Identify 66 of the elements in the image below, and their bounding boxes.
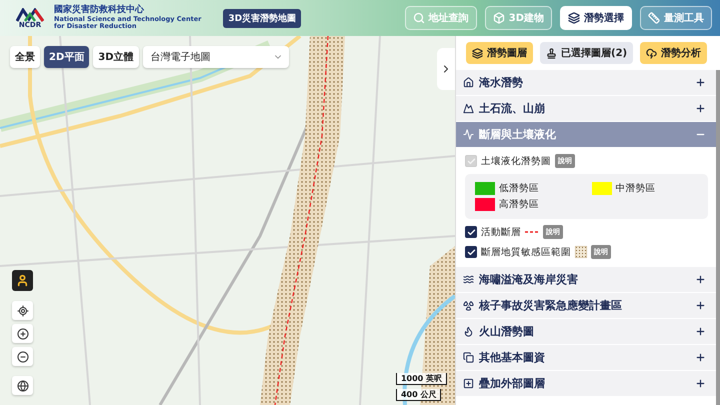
dotted-swatch-icon	[575, 246, 587, 258]
scale-bar: 400 公尺	[396, 389, 442, 401]
globe-icon	[16, 380, 28, 392]
layers-icon	[472, 48, 483, 58]
org-name: 國家災害防救科技中心	[54, 6, 145, 16]
layer-checkbox[interactable]	[465, 246, 477, 258]
check-icon	[466, 228, 476, 236]
legend-label: 低潛勢區	[499, 182, 539, 195]
cloud-icon	[646, 48, 658, 58]
stamp-icon	[546, 48, 557, 58]
category-header[interactable]: 核子事故災害緊急應變計畫區	[456, 293, 716, 319]
nav-button[interactable]: 潛勢選擇	[560, 6, 632, 30]
category-header[interactable]: 疊加外部圖層	[456, 371, 716, 397]
plus-icon	[695, 274, 706, 285]
scale-bar: 1000 英呎	[396, 373, 447, 385]
panel-tab-button[interactable]: 潛勢分析	[640, 42, 708, 64]
view-mode-button[interactable]: 3D立體	[93, 46, 139, 68]
panel-toggle-button[interactable]	[437, 48, 455, 90]
layer-label: 土壤液化潛勢圖	[481, 154, 551, 168]
person-icon	[16, 274, 29, 287]
search-icon	[412, 12, 425, 24]
legend-label: 高潛勢區	[499, 198, 539, 211]
zoom-in-icon	[16, 328, 28, 340]
plus-icon	[695, 103, 706, 114]
zoom-in-button[interactable]	[12, 324, 33, 343]
plus-icon	[695, 300, 706, 311]
category-header[interactable]: 其他基本圖資	[456, 345, 716, 371]
layer-checkbox[interactable]	[465, 226, 477, 238]
dashed-line-icon	[525, 230, 539, 234]
mountain-icon	[463, 103, 474, 114]
legend-label: 中潛勢區	[616, 182, 656, 195]
plus-icon	[695, 378, 706, 389]
plus-icon	[695, 352, 706, 363]
basemap-select[interactable]: 台灣電子地圖	[142, 46, 289, 68]
plus-icon	[695, 326, 706, 337]
category-header[interactable]: 淹水潛勢	[456, 70, 716, 96]
category-header[interactable]: 土石流、山崩	[456, 96, 716, 122]
ruler-icon	[648, 12, 660, 24]
panel-tab-button[interactable]: 潛勢圖層	[466, 42, 533, 64]
flame-icon	[463, 326, 474, 337]
app-title: 3D災害潛勢地圖	[223, 8, 302, 28]
person-button[interactable]	[12, 270, 33, 291]
globe-button[interactable]	[12, 376, 33, 395]
check-icon	[466, 156, 476, 166]
waves-icon	[463, 274, 474, 285]
panel-tab-button[interactable]: 已選擇圖層(2)	[540, 42, 634, 64]
category-header[interactable]: 海嘯溢淹及海岸災害	[456, 267, 716, 293]
logo-icon	[16, 8, 44, 22]
house-icon	[463, 77, 474, 88]
radiation-icon	[463, 300, 474, 311]
view-mode-button[interactable]: 全景	[10, 46, 40, 68]
view-mode-button[interactable]: 2D平面	[44, 46, 90, 68]
plus-icon	[695, 77, 706, 88]
locate-icon	[16, 304, 28, 316]
layer-label: 斷層地質敏感區範圍	[481, 246, 571, 258]
layer-label: 活動斷層	[481, 226, 521, 238]
zoom-out-icon	[16, 350, 28, 362]
check-icon	[466, 248, 476, 256]
copy-icon	[463, 352, 474, 363]
locate-button[interactable]	[12, 301, 33, 320]
pulse-icon	[463, 129, 474, 140]
layers-icon	[568, 12, 580, 24]
zoom-out-button[interactable]	[12, 347, 33, 366]
category-header[interactable]: 火山潛勢圖	[456, 319, 716, 345]
cube-icon	[492, 12, 505, 24]
plus-square-icon	[463, 378, 474, 389]
